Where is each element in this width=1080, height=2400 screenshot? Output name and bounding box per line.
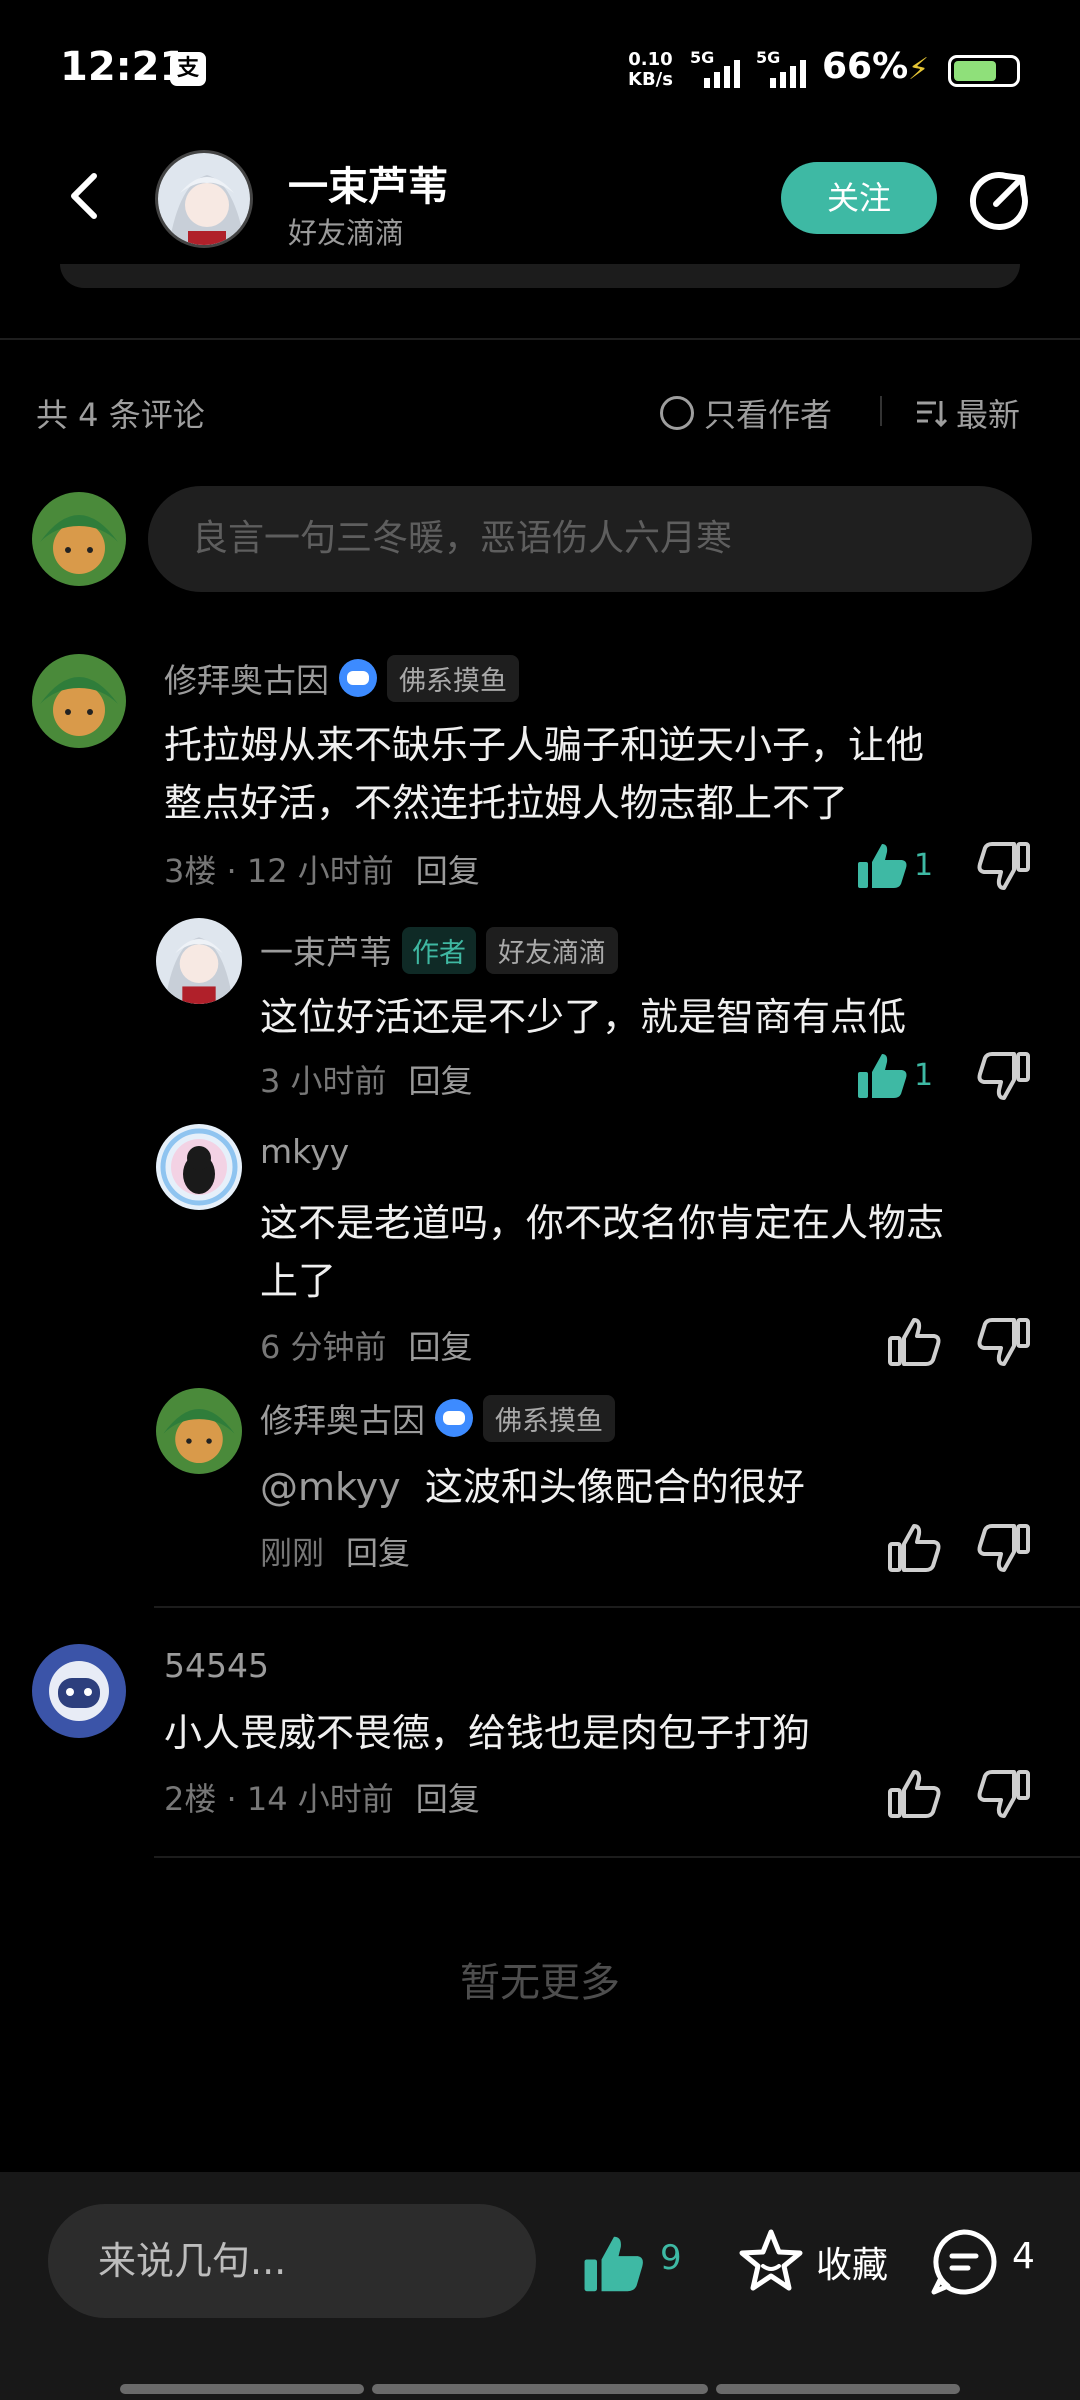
author-avatar[interactable] [155,150,253,248]
thumbs-up-filled-icon[interactable] [580,2230,648,2298]
reply-header: mkyy [260,1132,349,1171]
content-card-edge [60,264,1020,288]
reply-time: 3 小时前 [260,1062,387,1100]
status-bar: 12:21 支 0.10 KB/s 5G 5G 66% ⚡ [0,0,1080,140]
like-count: 1 [914,848,934,883]
gamepad-badge-icon [339,659,377,697]
reply-meta: 6 分钟前 回复 [260,1322,473,1368]
reply-text: 这不是老道吗，你不改名你肯定在人物志 上了 [260,1201,945,1303]
divider [154,1606,1080,1608]
follow-button[interactable]: 关注 [781,162,937,234]
comment-time: 2楼 · 14 小时前 [164,1780,394,1818]
thumbs-down-icon[interactable] [974,1518,1034,1578]
divider [880,396,882,426]
sort-icon [917,401,948,428]
reply-avatar[interactable] [156,1388,242,1474]
network-speed: 0.10 KB/s [628,49,673,90]
back-icon[interactable] [56,166,116,226]
user-badge: 好友滴滴 [486,926,618,974]
alipay-notification-icon: 支 [170,52,206,86]
thumbs-down-icon[interactable] [974,836,1034,896]
author-name[interactable]: 一束芦苇 [288,154,448,212]
share-icon[interactable] [966,168,1032,234]
comment-bubble-icon[interactable] [928,2226,1000,2298]
comment-text: 小人畏威不畏德，给钱也是肉包子打狗 [164,1711,811,1755]
bottom-comment-input[interactable]: 来说几句... [48,2204,536,2318]
commenter-avatar[interactable] [32,1644,126,1738]
reply-button[interactable]: 回复 [409,1056,473,1102]
charging-icon: ⚡ [908,52,930,87]
bottom-action-bar: 来说几句... 9 收藏 4 [0,2172,1080,2400]
thumbs-down-icon[interactable] [974,1312,1034,1372]
favorite-label[interactable]: 收藏 [816,2236,888,2288]
thumbs-up-icon[interactable] [884,1312,944,1372]
username[interactable]: 修拜奥古因 [164,654,329,702]
post-header: 一束芦苇 好友滴滴 关注 [0,140,1080,280]
thumbs-down-icon[interactable] [974,1046,1034,1106]
commenter-avatar[interactable] [32,654,126,748]
username[interactable]: 修拜奥古因 [260,1394,425,1442]
battery-percent: 66% [822,46,909,87]
comments-toolbar: 共 4 条评论 只看作者 最新 [0,380,1080,440]
battery-icon [948,55,1020,87]
divider [154,1856,1080,1858]
user-badge: 佛系摸鱼 [387,654,519,702]
reply-button[interactable]: 回复 [409,1322,473,1368]
thumbs-up-filled-icon[interactable] [852,1046,912,1106]
reply-avatar[interactable] [156,918,242,1004]
gamepad-badge-icon [435,1399,473,1437]
reply-text: 这位好活还是不少了，就是智商有点低 [260,995,907,1039]
thumbs-up-filled-icon[interactable] [852,836,912,896]
reply-header: 一束芦苇 作者 好友滴滴 [260,926,618,974]
author-badge: 好友滴滴 [288,216,405,250]
comment-header: 54545 [164,1646,269,1685]
comment-header: 修拜奥古因 佛系摸鱼 [164,654,519,702]
reply-button[interactable]: 回复 [416,846,480,892]
my-avatar [32,492,126,586]
comment-text: 托拉姆从来不缺乐子人骗子和逆天小子，让他 整点好活，不然连托拉姆人物志都上不了 [164,723,925,825]
clock: 12:21 [60,44,188,90]
reply-meta: 刚刚 回复 [260,1528,410,1574]
mention[interactable]: @mkyy [260,1465,401,1509]
nav-handle [120,2384,364,2394]
reply-avatar[interactable] [156,1124,242,1210]
only-author-toggle[interactable]: 只看作者 [660,390,832,436]
comment-input[interactable]: 良言一句三冬暖，恶语伤人六月寒 [148,486,1032,592]
nav-handle [716,2384,960,2394]
username[interactable]: 一束芦苇 [260,926,392,974]
sort-button[interactable]: 最新 [914,390,1020,436]
radio-circle-icon [660,396,694,430]
reply-button[interactable]: 回复 [346,1528,410,1574]
divider [0,338,1080,340]
reply-button[interactable]: 回复 [416,1774,480,1820]
reply-meta: 3 小时前 回复 [260,1056,473,1102]
comment-count: 共 4 条评论 [36,396,205,434]
comment-meta: 2楼 · 14 小时前 回复 [164,1774,480,1820]
reply-header: 修拜奥古因 佛系摸鱼 [260,1394,615,1442]
post-like-count: 9 [660,2238,682,2278]
reply-text: @mkyy 这波和头像配合的很好 [260,1465,805,1509]
thumbs-down-icon[interactable] [974,1764,1034,1824]
author-tag: 作者 [402,926,476,974]
comment-meta: 3楼 · 12 小时前 回复 [164,846,480,892]
nav-handle [372,2384,708,2394]
user-badge: 佛系摸鱼 [483,1394,615,1442]
thumbs-up-icon[interactable] [884,1518,944,1578]
no-more-text: 暂无更多 [460,1960,620,2006]
username[interactable]: mkyy [260,1132,349,1171]
reply-time: 6 分钟前 [260,1328,387,1366]
like-count: 1 [914,1058,934,1093]
comment-time: 3楼 · 12 小时前 [164,852,394,890]
thumbs-up-icon[interactable] [884,1764,944,1824]
comment-total-count: 4 [1012,2236,1035,2277]
reply-time: 刚刚 [260,1534,325,1572]
username[interactable]: 54545 [164,1646,269,1685]
star-icon[interactable] [736,2226,806,2296]
